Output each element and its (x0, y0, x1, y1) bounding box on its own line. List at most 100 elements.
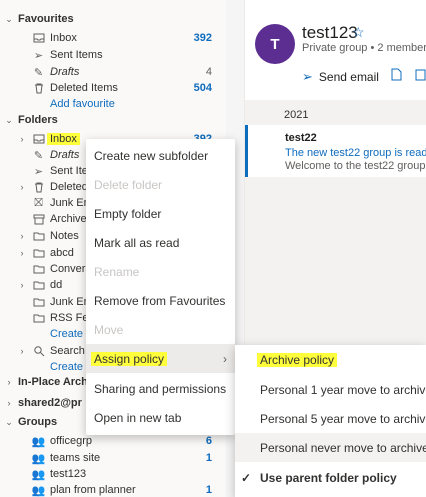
submenu-1-year[interactable]: Personal 1 year move to archive (235, 375, 426, 404)
group-item-teams-site[interactable]: 👥 teams site 1 (0, 450, 226, 466)
trash-icon (32, 82, 45, 95)
group-planner-count: 1 (205, 484, 212, 496)
submenu-label: Personal 1 year move to archive (260, 382, 426, 397)
calendar-icon[interactable] (415, 68, 426, 84)
group-officegrp-count: 6 (205, 435, 212, 447)
add-favourite-label[interactable]: Add favourite (50, 98, 115, 110)
pencil-icon: ✎ (33, 66, 44, 79)
menu-empty-folder[interactable]: Empty folder (86, 199, 235, 228)
folder-inbox-label: Inbox (47, 133, 80, 145)
folder-archive-label: Archive (50, 213, 87, 225)
menu-label: Open in new tab (94, 410, 182, 425)
submenu-5-year[interactable]: Personal 5 year move to archive (235, 404, 426, 433)
folders-header[interactable]: ⌄ Folders (0, 112, 226, 128)
menu-label: Move (94, 322, 124, 337)
folder-dd-label: dd (50, 279, 63, 291)
menu-label: Delete folder (94, 177, 163, 192)
document-icon[interactable] (391, 68, 402, 84)
group-item-officegrp[interactable]: 👥 officegrp 6 (0, 433, 226, 449)
chevron-right-icon: › (223, 351, 227, 366)
group-item-planner[interactable]: 👥 plan from planner 1 (0, 482, 226, 497)
fav-drafts-count: 4 (205, 66, 212, 78)
inbox-icon (32, 133, 45, 146)
submenu-parent-policy[interactable]: ✓ Use parent folder policy (235, 463, 426, 492)
folder-icon (32, 279, 45, 292)
group-item-test123[interactable]: 👥 test123 (0, 466, 226, 482)
chevron-right-icon[interactable]: › (4, 398, 14, 408)
menu-label: Empty folder (94, 206, 162, 221)
group-officegrp-label: officegrp (50, 435, 92, 447)
chevron-right-icon[interactable]: › (17, 280, 27, 290)
fav-item-deleted[interactable]: Deleted Items 504 (0, 80, 226, 96)
favourites-header[interactable]: ⌄ Favourites (0, 11, 226, 27)
menu-label: Rename (94, 264, 140, 279)
chevron-down-icon[interactable]: ⌄ (4, 14, 14, 25)
chevron-right-icon[interactable]: › (17, 231, 27, 241)
group-icon: 👥 (31, 452, 46, 465)
inbox-icon (32, 32, 45, 45)
fav-item-sent[interactable]: ➢ Sent Items (0, 47, 226, 63)
chevron-down-icon[interactable]: ⌄ (4, 115, 14, 126)
chevron-down-icon[interactable]: ⌄ (4, 417, 14, 428)
submenu-label: Archive policy (257, 352, 338, 367)
shared-mailbox-label: shared2@pr (18, 397, 82, 409)
menu-assign-policy[interactable]: Assign policy › (86, 344, 235, 373)
fav-drafts-label: Drafts (50, 66, 80, 78)
chevron-right-icon[interactable]: › (17, 182, 27, 192)
menu-open-new-tab[interactable]: Open in new tab (86, 403, 235, 432)
group-name: test123 (302, 23, 358, 42)
message-item[interactable]: test22 The new test22 group is ready Wel… (245, 125, 426, 177)
add-favourite-link[interactable]: Add favourite (0, 96, 226, 112)
chevron-right-icon[interactable]: › (17, 248, 27, 258)
menu-sharing-permissions[interactable]: Sharing and permissions (86, 374, 235, 403)
folder-icon (32, 230, 45, 243)
menu-move[interactable]: Move (86, 315, 235, 344)
group-icon: 👥 (31, 435, 46, 448)
menu-mark-all-read[interactable]: Mark all as read (86, 228, 235, 257)
send-email-button[interactable]: ➢ Send email (302, 69, 379, 85)
pencil-icon: ✎ (33, 149, 44, 162)
folder-notes-label: Notes (50, 230, 79, 242)
chevron-right-icon[interactable]: › (17, 346, 27, 356)
message-subject: The new test22 group is ready (285, 147, 426, 159)
chevron-right-icon[interactable]: › (17, 134, 27, 144)
folders-label: Folders (18, 114, 58, 126)
group-planner-label: plan from planner (50, 484, 136, 496)
menu-create-subfolder[interactable]: Create new subfolder (86, 141, 235, 170)
menu-delete-folder[interactable]: Delete folder (86, 170, 235, 199)
send-email-label: Send email (318, 70, 379, 84)
folder-icon (32, 312, 45, 325)
menu-label: Create new subfolder (94, 148, 209, 163)
groups-label: Groups (18, 416, 58, 428)
group-header: T test123 ☆ Private group • 2 members ➢ … (245, 0, 426, 96)
send-icon: ➢ (33, 165, 44, 178)
message-sender: test22 (285, 132, 317, 144)
folder-icon (32, 296, 45, 309)
trash-icon (32, 181, 45, 194)
send-icon: ➢ (33, 49, 44, 62)
group-test123-label: test123 (50, 468, 87, 480)
message-preview: Welcome to the test22 group. Use (285, 160, 426, 172)
fav-item-inbox[interactable]: Inbox 392 (0, 30, 226, 46)
year-separator: 2021 (284, 109, 309, 121)
menu-rename[interactable]: Rename (86, 257, 235, 286)
submenu-label: Personal 5 year move to archive (260, 411, 426, 426)
chevron-right-icon[interactable]: › (4, 377, 14, 387)
avatar[interactable]: T (255, 24, 295, 64)
fav-deleted-count: 504 (193, 82, 212, 94)
folder-icon (32, 263, 45, 276)
folder-context-menu: Create new subfolder Delete folder Empty… (86, 139, 235, 435)
menu-remove-favourites[interactable]: Remove from Favourites (86, 286, 235, 315)
menu-label: Mark all as read (94, 235, 180, 250)
junk-icon: ⛝ (34, 196, 43, 209)
fav-item-drafts[interactable]: ✎ Drafts 4 (0, 64, 226, 80)
fav-inbox-label: Inbox (50, 32, 77, 44)
folder-drafts-label: Drafts (50, 149, 80, 161)
folder-icon (32, 247, 45, 260)
search-icon (32, 345, 45, 358)
star-icon[interactable]: ☆ (352, 24, 365, 41)
submenu-never[interactable]: Personal never move to archive (235, 433, 426, 462)
submenu-archive-policy[interactable]: Archive policy (235, 345, 426, 374)
group-teams-label: teams site (50, 452, 101, 464)
menu-label: Sharing and permissions (94, 381, 227, 396)
